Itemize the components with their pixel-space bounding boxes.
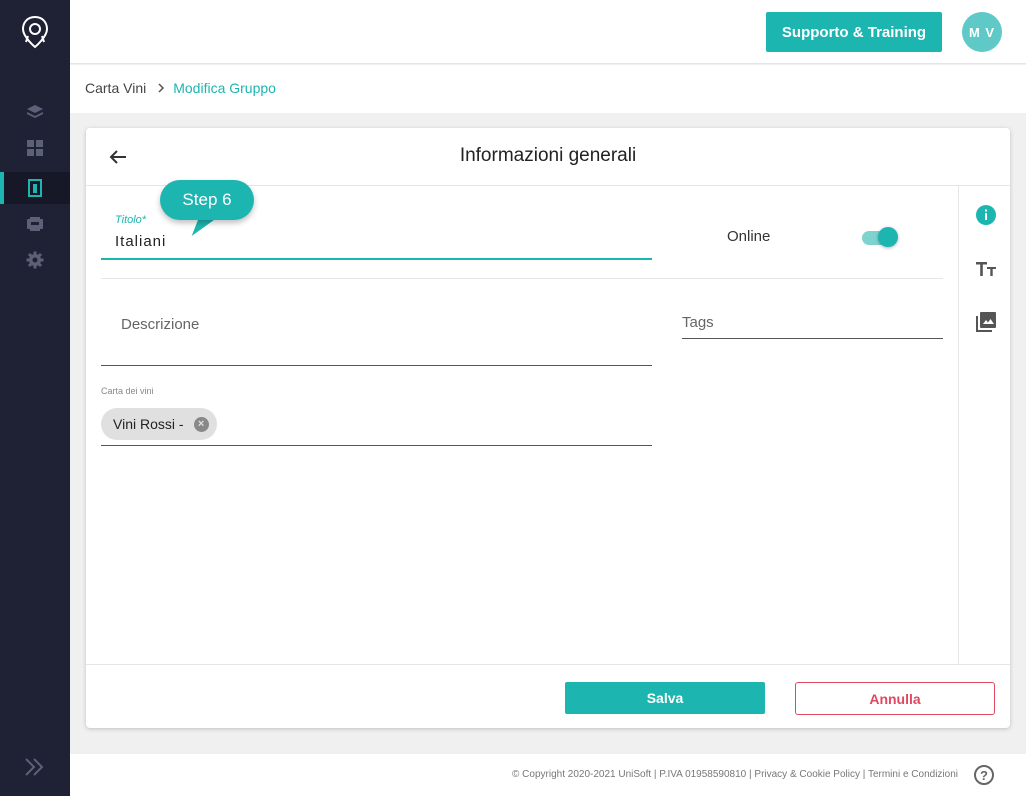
app-logo-icon[interactable]	[20, 15, 50, 49]
gear-icon	[26, 251, 44, 269]
tags-placeholder: Tags	[682, 314, 714, 331]
avatar[interactable]: M V	[962, 12, 1002, 52]
expand-sidebar-icon[interactable]	[22, 754, 48, 780]
chip-remove-icon[interactable]: ×	[193, 416, 209, 432]
wine-menu-icon	[28, 179, 42, 197]
step-callout: Step 6	[160, 180, 254, 220]
sidebar-item-pdf[interactable]	[0, 208, 70, 240]
breadcrumb: Carta Vini Modifica Gruppo	[85, 80, 276, 96]
chip-label: Vini Rossi -	[113, 416, 184, 432]
toggle-knob	[878, 227, 898, 247]
chevron-right-icon	[157, 83, 165, 93]
tags-field[interactable]: Tags	[682, 306, 943, 339]
form-divider	[101, 278, 943, 279]
description-placeholder: Descrizione	[121, 316, 200, 333]
help-icon[interactable]: ?	[974, 765, 994, 785]
dashboard-icon	[27, 140, 43, 156]
description-field[interactable]: Descrizione	[101, 306, 652, 366]
copyright-text[interactable]: © Copyright 2020-2021 UniSoft | P.IVA 01…	[512, 769, 958, 780]
breadcrumb-bar: Carta Vini Modifica Gruppo	[70, 65, 1026, 113]
card-title: Informazioni generali	[459, 145, 637, 166]
sidebar-item-layers[interactable]	[0, 96, 70, 128]
sidebar-item-dashboard[interactable]	[0, 132, 70, 164]
section-rail	[958, 186, 1010, 664]
title-input[interactable]	[101, 224, 652, 260]
sidebar	[0, 0, 70, 796]
sidebar-item-settings[interactable]	[0, 244, 70, 276]
online-label: Online	[727, 228, 771, 245]
chip-vini-rossi: Vini Rossi - ×	[101, 408, 217, 440]
text-format-icon[interactable]	[975, 258, 997, 280]
card-header: Informazioni generali	[86, 128, 1010, 186]
save-button[interactable]: Salva	[565, 682, 765, 714]
info-icon[interactable]	[975, 204, 997, 226]
sidebar-item-carta-vini[interactable]	[0, 172, 70, 204]
carta-vini-label: Carta dei vini	[101, 386, 154, 396]
carta-vini-field[interactable]: Vini Rossi - ×	[101, 404, 652, 446]
image-gallery-icon[interactable]	[975, 311, 997, 333]
top-bar: Supporto & Training M V	[70, 0, 1026, 64]
cancel-button[interactable]: Annulla	[795, 682, 995, 715]
card-footer: Salva Annulla	[86, 664, 1010, 728]
online-toggle[interactable]	[862, 227, 898, 247]
breadcrumb-current: Modifica Gruppo	[173, 80, 276, 96]
pdf-icon	[27, 217, 43, 231]
support-training-button[interactable]: Supporto & Training	[766, 12, 942, 52]
page-footer: © Copyright 2020-2021 UniSoft | P.IVA 01…	[70, 754, 1026, 796]
layers-icon	[27, 105, 43, 118]
breadcrumb-item-carta-vini[interactable]: Carta Vini	[85, 80, 146, 96]
